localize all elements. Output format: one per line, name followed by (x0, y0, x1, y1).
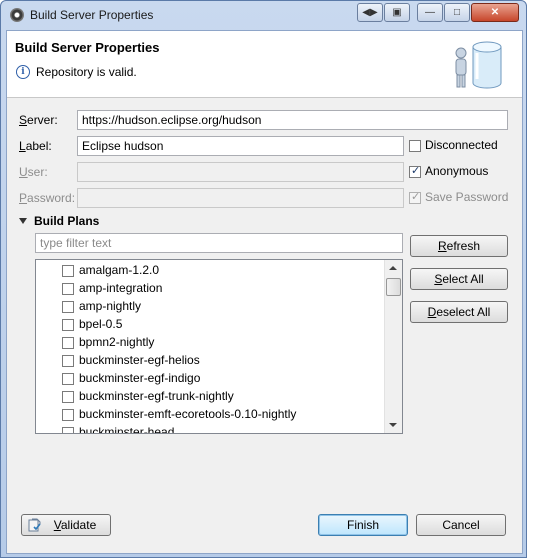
save-password-checkbox[interactable] (409, 190, 421, 204)
validate-icon (28, 518, 41, 532)
header-banner: Build Server Properties i Repository is … (7, 31, 522, 98)
user-label: User: (19, 165, 48, 179)
close-button[interactable]: ✕ (471, 3, 519, 22)
save-password-label: Save Password (425, 190, 509, 204)
list-item[interactable]: amp-integration (62, 280, 382, 298)
refresh-button[interactable]: Refresh (410, 235, 508, 257)
build-plans-list[interactable]: amalgam-1.2.0 amp-integration amp-nightl… (35, 259, 403, 434)
plan-checkbox[interactable] (62, 265, 74, 277)
server-url-input[interactable]: https://hudson.eclipse.org/hudson (77, 110, 508, 130)
keyboard-toggle-icon[interactable]: ◀▶ (357, 3, 383, 22)
select-all-button[interactable]: Select All (410, 268, 508, 290)
user-input[interactable] (77, 162, 404, 182)
server-label: Server: (19, 113, 58, 127)
deselect-all-button[interactable]: Deselect All (410, 301, 508, 323)
scroll-up-icon[interactable] (389, 266, 397, 270)
list-item[interactable]: bpel-0.5 (62, 316, 382, 334)
anonymous-label: Anonymous (425, 164, 489, 178)
list-item[interactable]: amalgam-1.2.0 (62, 262, 382, 280)
title-bar[interactable]: Build Server Properties ◀▶ ▣ — □ ✕ (1, 1, 526, 29)
collapse-triangle-icon[interactable] (19, 218, 27, 224)
list-item[interactable]: buckminster-egf-trunk-nightly (62, 388, 382, 406)
list-item[interactable]: buckminster-egf-indigo (62, 370, 382, 388)
build-server-icon (455, 41, 502, 89)
dialog-window: Build Server Properties ◀▶ ▣ — □ ✕ Build… (0, 0, 527, 558)
plan-checkbox[interactable] (62, 337, 74, 349)
filter-input[interactable]: type filter text (35, 233, 403, 253)
disconnected-checkbox[interactable] (409, 140, 421, 152)
plan-checkbox[interactable] (62, 409, 74, 421)
anonymous-checkbox[interactable] (409, 164, 421, 178)
password-label: Password: (19, 191, 76, 205)
eclipse-app-icon (10, 8, 24, 22)
window-title: Build Server Properties (30, 8, 154, 22)
build-plans-heading[interactable]: Build Plans (34, 214, 99, 228)
list-item[interactable]: buckminster-emft-ecoretools-0.10-nightly (62, 406, 382, 424)
label-input[interactable]: Eclipse hudson (77, 136, 404, 156)
password-input[interactable] (77, 188, 404, 208)
status-message: Repository is valid. (36, 65, 137, 79)
list-item[interactable]: bpmn2-nightly (62, 334, 382, 352)
scroll-down-icon[interactable] (389, 423, 397, 427)
disconnected-label: Disconnected (425, 138, 498, 152)
banner-title: Build Server Properties (15, 40, 160, 55)
list-scrollbar[interactable] (384, 260, 402, 433)
cancel-button[interactable]: Cancel (416, 514, 506, 536)
dialog-client-area: Build Server Properties i Repository is … (6, 30, 523, 554)
info-icon: i (16, 65, 30, 79)
list-item[interactable]: buckminster-egf-helios (62, 352, 382, 370)
plan-checkbox[interactable] (62, 427, 74, 433)
plan-checkbox[interactable] (62, 319, 74, 331)
plan-checkbox[interactable] (62, 301, 74, 313)
plan-checkbox[interactable] (62, 391, 74, 403)
minimize-button[interactable]: — (417, 3, 443, 22)
finish-button[interactable]: Finish (318, 514, 408, 536)
list-item[interactable]: buckminster-head (62, 424, 382, 433)
maximize-button[interactable]: □ (444, 3, 470, 22)
plan-checkbox[interactable] (62, 373, 74, 385)
label-label: Label: (19, 139, 52, 153)
restore-icon[interactable]: ▣ (384, 3, 410, 22)
list-item[interactable]: amp-nightly (62, 298, 382, 316)
plan-checkbox[interactable] (62, 283, 74, 295)
validate-button[interactable]: Validate (21, 514, 111, 536)
scroll-thumb[interactable] (386, 278, 401, 296)
plan-checkbox[interactable] (62, 355, 74, 367)
